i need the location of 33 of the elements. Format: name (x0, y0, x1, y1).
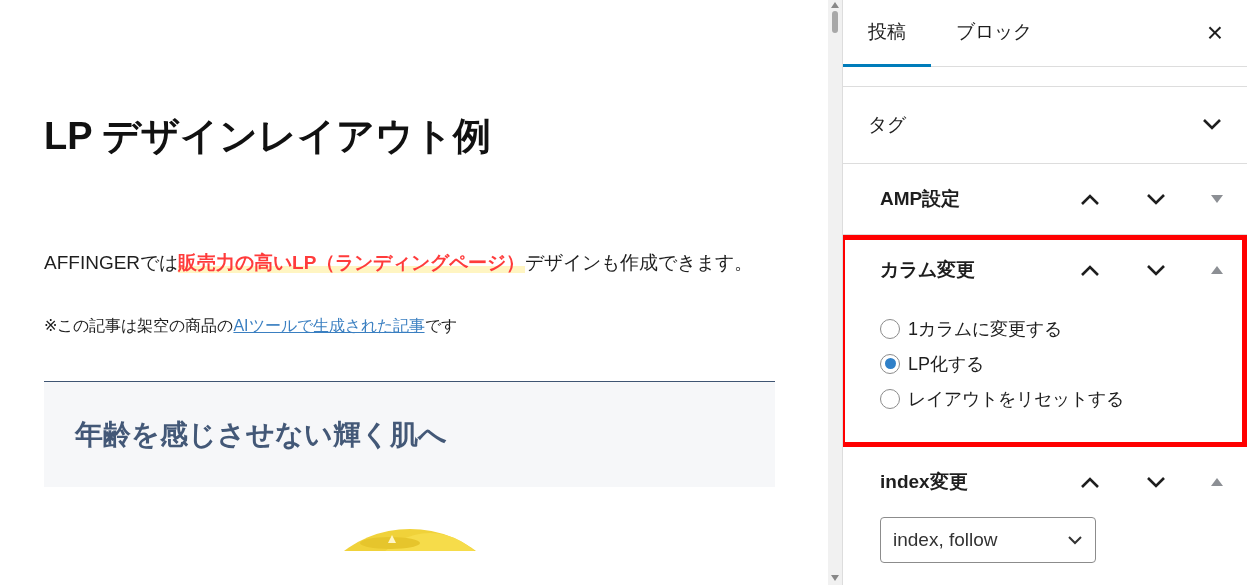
radio-button[interactable] (880, 353, 900, 374)
radio-button[interactable] (880, 388, 900, 409)
dropdown-caret-icon (1067, 535, 1083, 545)
scroll-down-icon[interactable] (831, 575, 839, 581)
post-title: LP デザインレイアウト例 (44, 114, 493, 159)
intro-paragraph: AFFINGERでは販売力の高いLP（ランディングページ）デザインも作成できます。 (44, 251, 755, 275)
radio-label[interactable]: LP化する (908, 351, 985, 376)
article-link[interactable]: AIツールで生成された記事 (233, 317, 425, 334)
scroll-up-icon[interactable] (831, 2, 839, 8)
radio-button[interactable] (880, 318, 900, 339)
move-down-icon[interactable] (1145, 192, 1167, 206)
note-text: ※この記事は架空の商品のAIツールで生成された記事です (44, 316, 458, 336)
scrollbar-thumb[interactable] (832, 11, 838, 33)
panel-title[interactable]: カラム変更 (880, 257, 1079, 283)
panel-title[interactable]: タグ (868, 112, 1201, 138)
move-down-icon[interactable] (1145, 475, 1167, 489)
move-down-icon[interactable] (1145, 263, 1167, 277)
move-up-icon[interactable] (1079, 263, 1101, 277)
expand-triangle-icon[interactable] (1211, 195, 1223, 203)
move-up-icon[interactable] (1079, 475, 1101, 489)
sidebar-tab[interactable]: 投稿 (843, 0, 931, 67)
section-heading: 年齢を感じさせない輝く肌へ (75, 417, 447, 452)
collapse-triangle-icon[interactable] (1211, 266, 1223, 274)
robots-select[interactable]: index, follow (880, 517, 1096, 563)
sidebar-tab[interactable]: ブロック (931, 0, 1057, 67)
panel-title[interactable]: index変更 (880, 469, 1079, 495)
close-button[interactable]: × (1182, 0, 1247, 66)
move-up-icon[interactable] (1079, 192, 1101, 206)
expand-icon[interactable] (1201, 116, 1223, 131)
collapse-triangle-icon[interactable] (1211, 478, 1223, 486)
radio-label[interactable]: レイアウトをリセットする (908, 386, 1124, 411)
radio-label[interactable]: 1カラムに変更する (908, 316, 1062, 341)
panel-title[interactable]: AMP設定 (880, 186, 1079, 212)
